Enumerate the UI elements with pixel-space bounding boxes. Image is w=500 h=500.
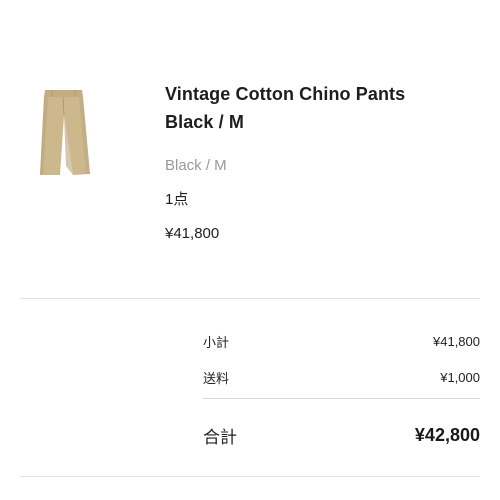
line-item: Vintage Cotton Chino Pants Black / M Bla… xyxy=(0,0,500,300)
total-row: 合計 ¥42,800 xyxy=(203,420,480,450)
chino-pants-icon xyxy=(40,90,90,175)
shipping-value: ¥1,000 xyxy=(440,369,480,385)
total-label: 合計 xyxy=(203,427,237,447)
divider xyxy=(20,476,480,477)
product-variant: Black / M xyxy=(165,157,227,174)
subtotal-label: 小計 xyxy=(203,334,230,350)
product-name-line1: Vintage Cotton Chino Pants xyxy=(165,84,406,104)
product-quantity: 1点 xyxy=(165,191,189,208)
price-summary: 小計 ¥41,800 送料 ¥1,000 xyxy=(203,330,480,388)
divider xyxy=(20,298,480,299)
order-summary-page: Vintage Cotton Chino Pants Black / M Bla… xyxy=(0,0,500,500)
shipping-row: 送料 ¥1,000 xyxy=(203,366,480,388)
shipping-label: 送料 xyxy=(203,370,230,386)
total-value: ¥42,800 xyxy=(414,424,480,445)
subtotal-row: 小計 ¥41,800 xyxy=(203,330,480,352)
subtotal-value: ¥41,800 xyxy=(433,333,480,349)
product-price: ¥41,800 xyxy=(165,225,220,242)
divider xyxy=(203,398,480,399)
product-name-line2: Black / M xyxy=(165,112,244,132)
product-info: Vintage Cotton Chino Pants Black / M Bla… xyxy=(165,80,485,244)
product-name[interactable]: Vintage Cotton Chino Pants Black / M xyxy=(165,80,485,136)
product-thumbnail[interactable] xyxy=(30,86,104,180)
